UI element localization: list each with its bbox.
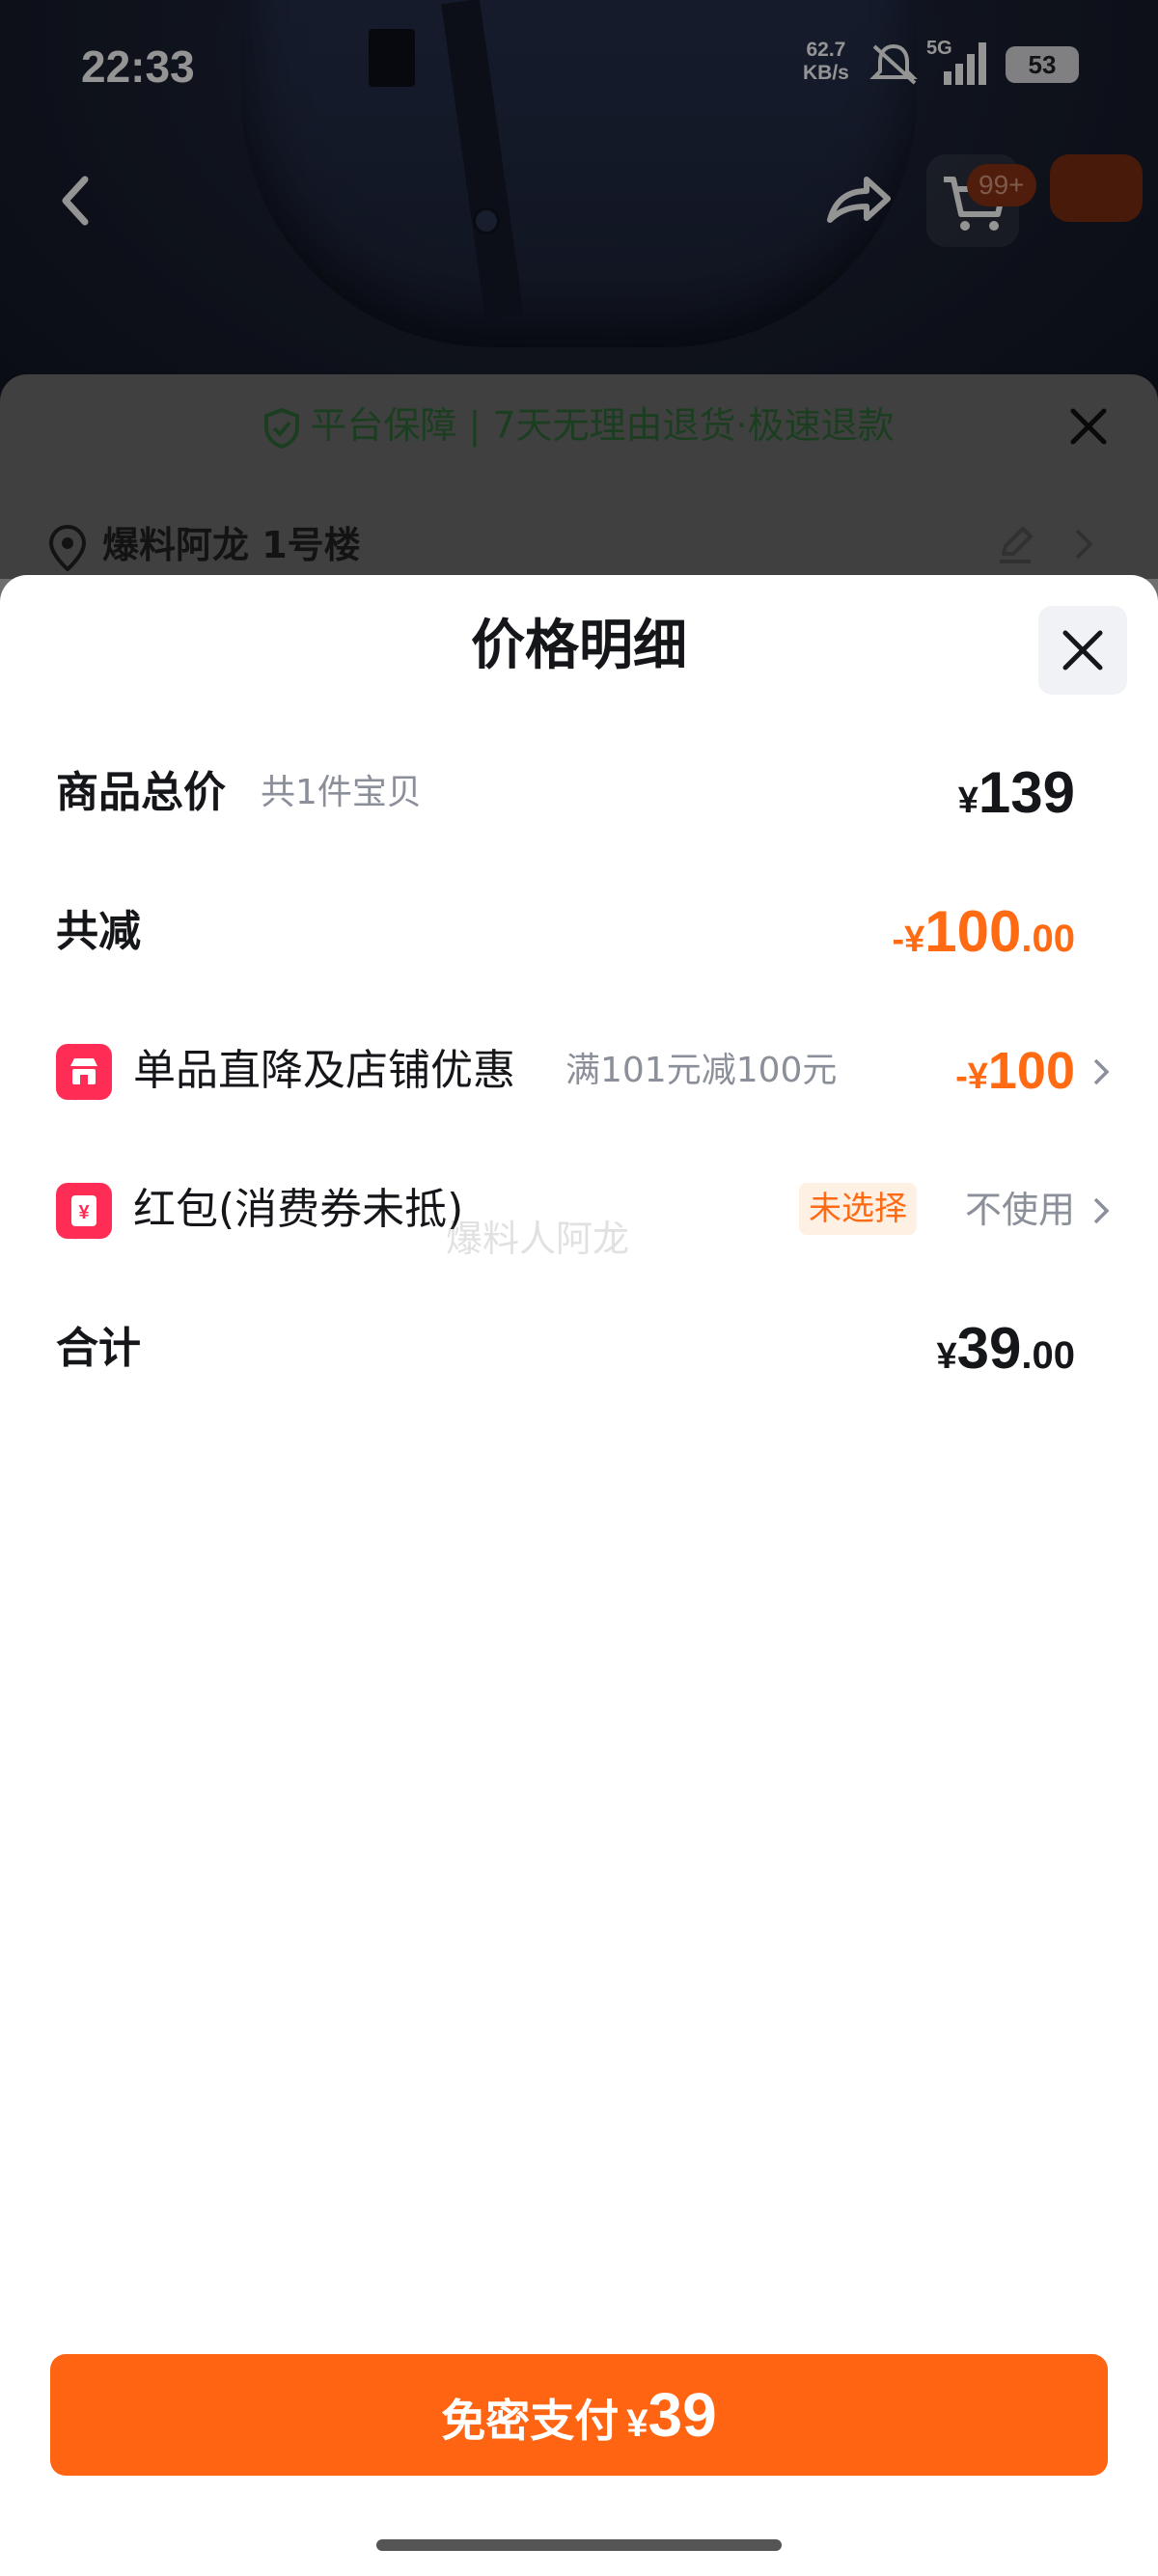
- pay-button-label: 免密支付: [441, 2395, 620, 2447]
- goods-total-value: ¥139: [958, 754, 1075, 847]
- sum-dec: .00: [1021, 1334, 1075, 1377]
- direct-discount-row[interactable]: 单品直降及店铺优惠 满101元减100元 -¥100: [56, 1032, 1112, 1110]
- red-packet-label: 红包(消费券未抵): [133, 1185, 464, 1234]
- red-packet-value: 不使用: [964, 1189, 1075, 1231]
- goods-count: 共1件宝贝: [261, 773, 422, 812]
- direct-discount-amount: 100: [987, 1042, 1075, 1100]
- sum-label: 合计: [56, 1324, 141, 1373]
- direct-discount-label: 单品直降及店铺优惠: [133, 1046, 515, 1095]
- chevron-right-icon: [1093, 1058, 1110, 1085]
- pay-currency-symbol: ¥: [626, 2402, 648, 2445]
- sheet-title: 价格明细: [471, 615, 687, 677]
- svg-text:¥: ¥: [78, 1202, 90, 1223]
- pay-amount: 39: [648, 2380, 717, 2450]
- chevron-right-icon: [1093, 1197, 1110, 1224]
- unselected-tag: 未选择: [799, 1183, 917, 1235]
- discount-prefix: -¥: [892, 919, 925, 960]
- sum-value: ¥39.00: [937, 1310, 1076, 1403]
- sum-row: 合计 ¥39.00: [56, 1310, 1112, 1387]
- goods-total-label: 商品总价: [56, 768, 226, 817]
- discount-prefix: -¥: [955, 1056, 988, 1097]
- total-discount-row: 共减 -¥100.00: [56, 893, 1112, 971]
- pay-button[interactable]: 免密支付 ¥39: [50, 2354, 1108, 2476]
- currency-symbol: ¥: [957, 781, 979, 821]
- total-discount-int: 100: [924, 899, 1022, 964]
- total-discount-label: 共减: [56, 907, 141, 956]
- direct-discount-value: -¥100: [955, 1032, 1075, 1123]
- sum-int: 39: [956, 1316, 1022, 1381]
- currency-symbol: ¥: [936, 1336, 957, 1377]
- store-discount-icon: [56, 1044, 112, 1100]
- discount-rule: 满101元减100元: [565, 1051, 838, 1090]
- home-indicator[interactable]: [376, 2539, 782, 2551]
- total-discount-dec: .00: [1021, 918, 1075, 960]
- sheet-close-button[interactable]: [1038, 606, 1127, 695]
- dim-overlay[interactable]: [0, 0, 1158, 579]
- total-discount-value: -¥100.00: [892, 893, 1075, 986]
- goods-total-row: 商品总价 共1件宝贝 ¥139: [56, 754, 1112, 832]
- goods-total-amount: 139: [978, 760, 1075, 825]
- close-icon: [1062, 630, 1103, 671]
- watermark: 爆料人阿龙: [446, 1218, 630, 1260]
- red-packet-icon: ¥: [56, 1183, 112, 1239]
- price-detail-sheet: 价格明细 商品总价 共1件宝贝 ¥139 共减 -¥100.00 单品直降及店铺…: [0, 575, 1158, 2576]
